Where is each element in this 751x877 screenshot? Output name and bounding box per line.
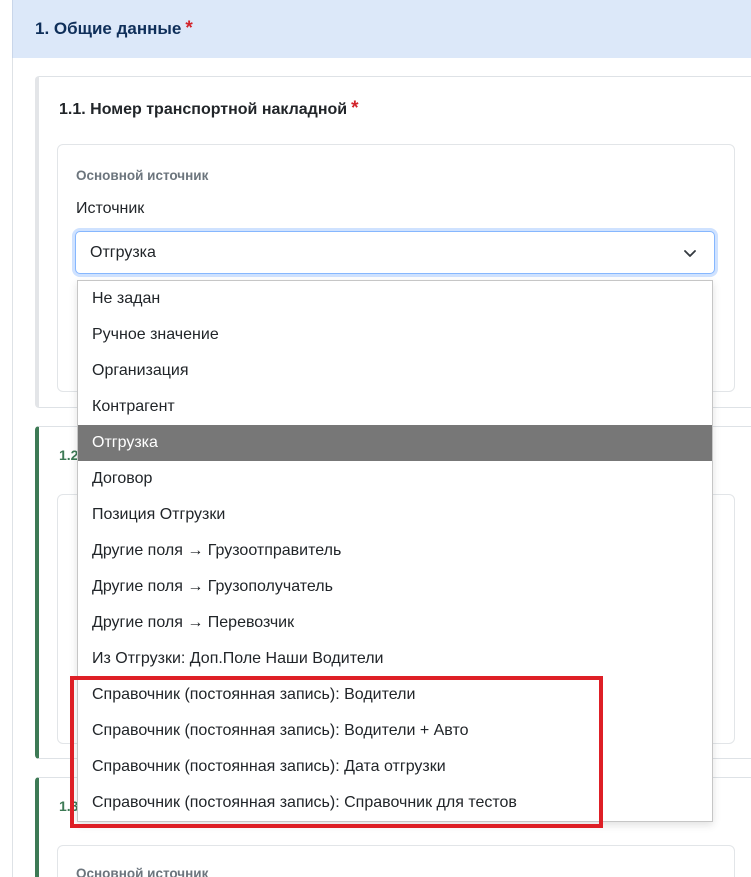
dropdown-option[interactable]: Ручное значение: [78, 317, 712, 353]
section-header[interactable]: 1. Общие данные *: [12, 0, 751, 58]
card-title-text: 1.1. Номер транспортной накладной: [59, 101, 348, 118]
select-value: Отгрузка: [90, 244, 156, 261]
required-mark: *: [351, 98, 359, 119]
dropdown-option[interactable]: Организация: [78, 353, 712, 389]
dropdown-option[interactable]: Другие поля → Грузоотправитель: [78, 533, 712, 569]
annotation-highlight-box: [70, 676, 603, 828]
dropdown-option[interactable]: Не задан: [78, 281, 712, 317]
dropdown-option[interactable]: Договор: [78, 461, 712, 497]
dropdown-option[interactable]: Контрагент: [78, 389, 712, 425]
required-mark: *: [185, 18, 193, 39]
dropdown-option[interactable]: Из Отгрузки: Доп.Поле Наши Водители: [78, 641, 712, 677]
chevron-down-icon: [684, 250, 696, 257]
source-field-label: Источник: [76, 200, 145, 217]
group-label: Основной источник: [76, 168, 209, 183]
dropdown-option[interactable]: Другие поля → Грузополучатель: [78, 569, 712, 605]
dropdown-option[interactable]: Другие поля → Перевозчик: [78, 605, 712, 641]
dropdown-option-selected[interactable]: Отгрузка: [78, 425, 712, 461]
card-title: 1.2: [59, 447, 79, 463]
card-title: 1.1. Номер транспортной накладной *: [59, 98, 359, 120]
dropdown-option[interactable]: Позиция Отгрузки: [78, 497, 712, 533]
group-label: Основной источник: [76, 866, 209, 877]
source-select[interactable]: Отгрузка: [75, 231, 715, 274]
section-title: 1. Общие данные: [35, 19, 182, 38]
